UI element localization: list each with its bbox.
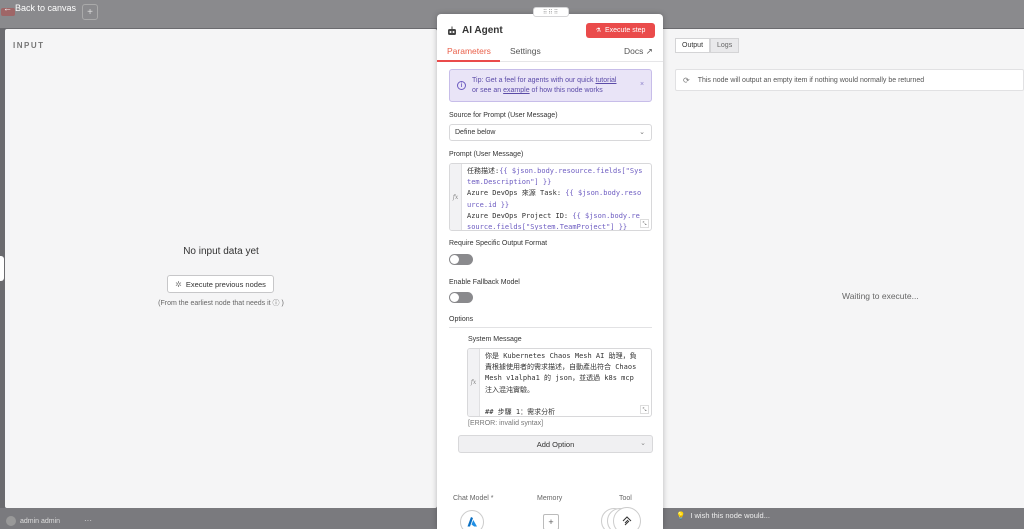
tab-parameters[interactable]: Parameters — [447, 46, 491, 56]
fallback-toggle[interactable] — [449, 292, 473, 303]
lightbulb-icon: 💡 — [676, 511, 686, 520]
no-input-text: No input data yet — [183, 246, 259, 257]
arrow-left-icon: ← — [3, 3, 12, 13]
tip-text: Tip: Get a feel for agents with our quic… — [472, 76, 637, 96]
require-format-label: Require Specific Output Format — [449, 240, 548, 247]
tip-middle: or see an — [472, 87, 504, 94]
execute-step-label: Execute step — [604, 27, 646, 34]
azure-icon — [467, 517, 477, 527]
require-format-toggle[interactable] — [449, 254, 473, 265]
expand-editor-icon[interactable]: ⤡ — [640, 405, 649, 414]
syntax-error-text: [ERROR: invalid syntax] — [468, 420, 544, 427]
source-label: Source for Prompt (User Message) — [449, 112, 558, 119]
output-note: ⟳ This node will output an empty item if… — [675, 69, 1024, 91]
add-option-button[interactable]: Add Option ⌄ — [458, 435, 653, 453]
user-menu-button[interactable]: ··· — [84, 516, 92, 525]
tutorial-link[interactable]: tutorial — [595, 77, 616, 84]
prompt-line-3-text: Azure DevOps Project ID: — [467, 211, 573, 220]
feedback-link[interactable]: 💡 I wish this node would... — [676, 511, 770, 520]
system-message-editor[interactable]: fx 你是 Kubernetes Chaos Mesh AI 助理，負責根據使用… — [467, 348, 652, 417]
tab-settings[interactable]: Settings — [510, 46, 541, 56]
expand-editor-icon[interactable]: ⤡ — [640, 219, 649, 228]
node-title: AI Agent — [462, 25, 503, 36]
tool-label: Tool — [619, 495, 632, 502]
tip-suffix: of how this node works — [529, 87, 603, 94]
robot-icon — [448, 26, 456, 35]
chevron-down-icon: ⌄ — [640, 440, 646, 447]
chat-model-label: Chat Model * — [453, 495, 494, 502]
options-divider — [449, 327, 652, 328]
execute-step-button[interactable]: ⚗ Execute step — [586, 23, 655, 38]
system-message-label: System Message — [468, 336, 522, 343]
options-label: Options — [449, 316, 474, 323]
close-icon[interactable]: × — [640, 81, 644, 88]
active-tab-indicator — [437, 60, 500, 62]
toggle-knob — [450, 255, 459, 264]
prompt-line-2-text: Azure DevOps 來源 Task: — [467, 189, 566, 198]
add-option-label: Add Option — [536, 439, 575, 449]
azure-openai-node[interactable] — [460, 510, 484, 529]
prompt-editor[interactable]: fx 任務描述:{{ $json.body.resource.fields["S… — [449, 163, 652, 231]
prompt-text: 任務描述:{{ $json.body.resource.fields["Syst… — [467, 166, 643, 230]
drag-handle[interactable]: ⠿⠿⠿ — [533, 7, 569, 17]
plus-icon: + — [87, 6, 93, 18]
expression-fx-icon: fx — [468, 349, 480, 416]
add-tab-button[interactable]: + — [82, 4, 98, 20]
tool-node[interactable] — [613, 507, 641, 529]
refresh-icon: ⟳ — [683, 75, 690, 85]
avatar[interactable] — [6, 516, 16, 526]
toggle-knob — [450, 293, 459, 302]
mcp-icon — [622, 516, 632, 526]
add-memory-button[interactable]: + — [543, 514, 559, 529]
plus-icon: + — [548, 517, 554, 527]
execute-previous-nodes-button[interactable]: ✲ Execute previous nodes — [167, 275, 274, 293]
system-message-text: 你是 Kubernetes Chaos Mesh AI 助理，負責根據使用者的需… — [485, 352, 637, 417]
tip-prefix: Tip: Get a feel for agents with our quic… — [472, 77, 596, 84]
earliest-node-note: (From the earliest node that needs it ⓘ … — [158, 300, 284, 307]
fallback-label: Enable Fallback Model — [449, 279, 520, 286]
prompt-line-1-text: 任務描述: — [467, 167, 500, 175]
input-panel: INPUT No input data yet ✲ Execute previo… — [5, 29, 437, 508]
example-link[interactable]: example — [503, 87, 529, 94]
input-panel-title: INPUT — [13, 41, 45, 50]
info-icon: i — [457, 81, 466, 90]
source-select-value: Define below — [455, 129, 496, 136]
panel-resize-handle[interactable] — [0, 256, 4, 281]
waiting-text: Waiting to execute... — [842, 291, 919, 301]
node-header: AI Agent ⚗ Execute step Parameters Setti… — [437, 14, 663, 60]
spinner-icon: ✲ — [175, 279, 182, 289]
feedback-label: I wish this node would... — [690, 511, 770, 520]
user-name: admin admin — [20, 518, 61, 525]
output-note-text: This node will output an empty item if n… — [697, 76, 925, 84]
execute-previous-nodes-label: Execute previous nodes — [185, 279, 266, 289]
expression-fx-icon: fx — [450, 164, 462, 230]
prompt-label: Prompt (User Message) — [449, 151, 524, 158]
back-to-canvas-link[interactable]: ← Back to canvas — [3, 3, 76, 13]
memory-label: Memory — [537, 495, 563, 502]
flask-icon: ⚗ — [595, 28, 601, 34]
tab-logs[interactable]: Logs — [710, 38, 740, 53]
chevron-down-icon: ⌄ — [639, 129, 645, 136]
output-panel: Output Logs ⟳ This node will output an e… — [663, 29, 1024, 508]
output-tabs: Output Logs — [675, 38, 740, 53]
back-to-canvas-label: Back to canvas — [15, 3, 77, 13]
tip-callout: i Tip: Get a feel for agents with our qu… — [449, 69, 652, 102]
source-select[interactable]: Define below ⌄ — [449, 124, 652, 141]
node-settings-panel: AI Agent ⚗ Execute step Parameters Setti… — [437, 14, 663, 529]
tab-output[interactable]: Output — [675, 38, 711, 53]
tab-docs[interactable]: Docs ↗ — [624, 46, 653, 57]
